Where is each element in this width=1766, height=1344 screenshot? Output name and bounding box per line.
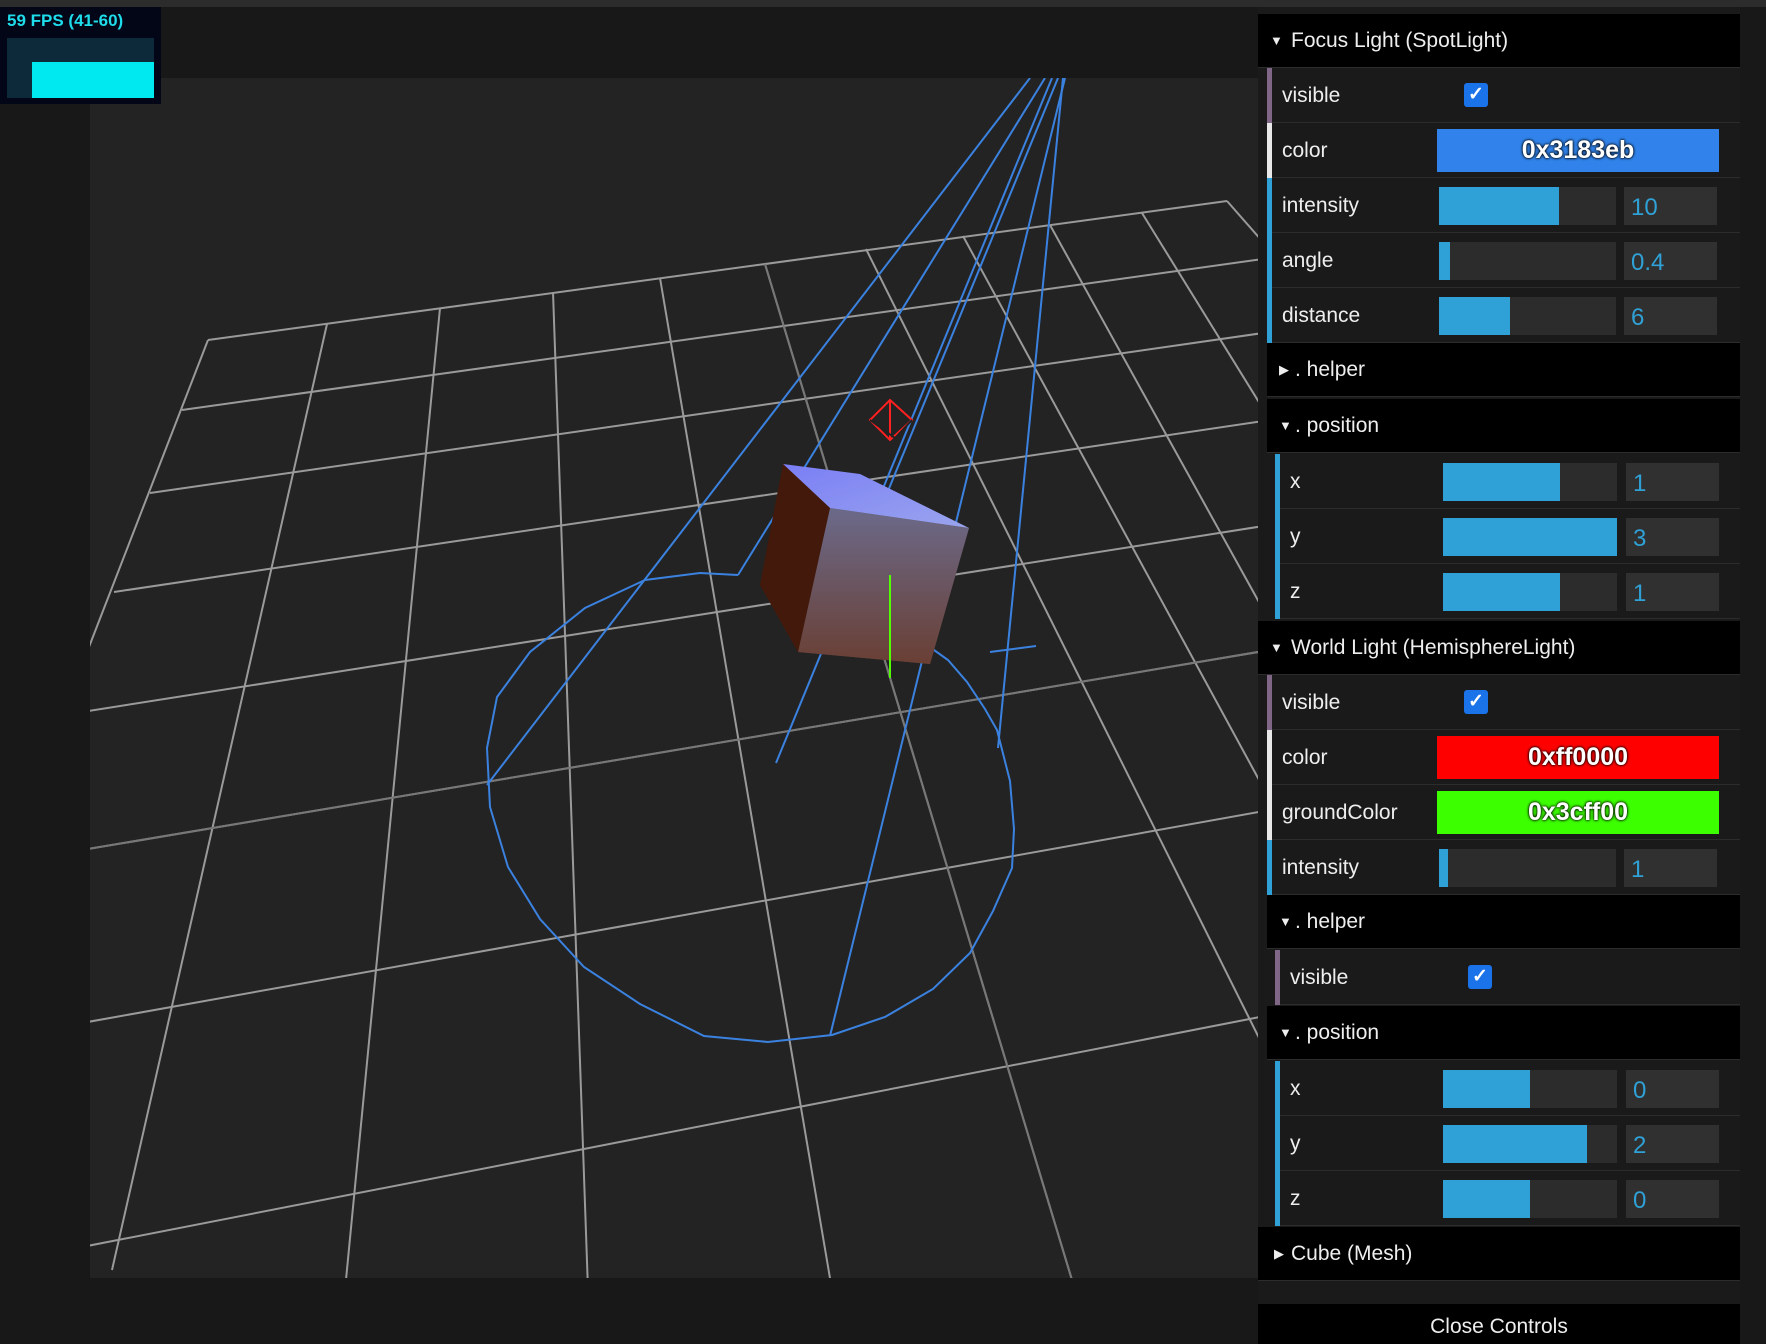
spot-pos-z-input[interactable]: 1	[1626, 573, 1719, 611]
row-spot-intensity[interactable]: intensity 10	[1267, 178, 1740, 233]
fps-stats-panel[interactable]: 59 FPS (41-60)	[0, 7, 161, 104]
hemi-intensity-slider[interactable]	[1439, 849, 1616, 887]
fps-graph-bar	[32, 62, 154, 98]
folder-hemi-helper[interactable]: ▼ . helper	[1267, 895, 1740, 949]
spot-angle-slider[interactable]	[1439, 242, 1616, 280]
folder-cube-mesh[interactable]: ▶ Cube (Mesh)	[1258, 1227, 1740, 1281]
row-spot-pos-x[interactable]: x 1	[1275, 454, 1740, 509]
expanded-triangle-icon: ▼	[1279, 914, 1292, 929]
hemi-pos-z-slider[interactable]	[1443, 1180, 1617, 1218]
collapsed-triangle-icon: ▶	[1274, 1246, 1284, 1261]
spot-intensity-input[interactable]: 10	[1624, 187, 1717, 225]
folder-spot-helper[interactable]: ▶ . helper	[1267, 343, 1740, 397]
row-hemi-color[interactable]: color 0xff0000	[1267, 730, 1740, 785]
expanded-triangle-icon: ▼	[1279, 1025, 1292, 1040]
hemi-pos-z-input[interactable]: 0	[1626, 1180, 1719, 1218]
expanded-triangle-icon: ▼	[1270, 640, 1283, 655]
row-spot-angle[interactable]: angle 0.4	[1267, 233, 1740, 288]
folder-title-label: Focus Light (SpotLight)	[1291, 29, 1509, 52]
controls-panel[interactable]: ▼ Focus Light (SpotLight) visible ✓ colo…	[1258, 7, 1740, 1344]
folder-hemisphere-light[interactable]: ▼ World Light (HemisphereLight)	[1258, 621, 1740, 675]
spot-pos-y-slider[interactable]	[1443, 518, 1617, 556]
row-spot-visible[interactable]: visible ✓	[1267, 68, 1740, 123]
spot-intensity-slider[interactable]	[1439, 187, 1616, 225]
expanded-triangle-icon: ▼	[1279, 418, 1292, 433]
folder-spotlight[interactable]: ▼ Focus Light (SpotLight)	[1258, 14, 1740, 68]
cube-mesh[interactable]	[760, 464, 969, 664]
fps-graph	[7, 38, 154, 98]
row-hemi-helper-visible[interactable]: visible ✓	[1275, 950, 1740, 1005]
row-hemi-visible[interactable]: visible ✓	[1267, 675, 1740, 730]
spot-distance-slider[interactable]	[1439, 297, 1616, 335]
floor-grid	[90, 200, 1260, 1278]
close-controls-button[interactable]: Close Controls	[1258, 1304, 1740, 1344]
spot-pos-z-slider[interactable]	[1443, 573, 1617, 611]
row-spot-pos-z[interactable]: z 1	[1275, 564, 1740, 619]
hemi-pos-x-slider[interactable]	[1443, 1070, 1617, 1108]
hemi-ground-color-input[interactable]: 0x3cff00	[1437, 791, 1719, 834]
fps-readout: 59 FPS (41-60)	[7, 11, 124, 30]
hemi-intensity-input[interactable]: 1	[1624, 849, 1717, 887]
row-hemi-pos-z[interactable]: z 0	[1275, 1171, 1740, 1226]
hemi-pos-y-slider[interactable]	[1443, 1125, 1617, 1163]
expanded-triangle-icon: ▼	[1270, 33, 1283, 48]
row-hemi-pos-x[interactable]: x 0	[1275, 1061, 1740, 1116]
row-hemi-intensity[interactable]: intensity 1	[1267, 840, 1740, 895]
hemi-pos-y-input[interactable]: 2	[1626, 1125, 1719, 1163]
row-spot-color[interactable]: color 0x3183eb	[1267, 123, 1740, 178]
hemi-color-input[interactable]: 0xff0000	[1437, 736, 1719, 779]
spot-color-input[interactable]: 0x3183eb	[1437, 129, 1719, 172]
spot-pos-x-input[interactable]: 1	[1626, 463, 1719, 501]
spot-pos-x-slider[interactable]	[1443, 463, 1617, 501]
collapsed-triangle-icon: ▶	[1279, 362, 1289, 377]
folder-hemi-position[interactable]: ▼ . position	[1267, 1006, 1740, 1060]
folder-spot-position[interactable]: ▼ . position	[1267, 399, 1740, 453]
spot-pos-y-input[interactable]: 3	[1626, 518, 1719, 556]
hemi-helper-visible-checkbox[interactable]: ✓	[1468, 965, 1492, 989]
spot-angle-input[interactable]: 0.4	[1624, 242, 1717, 280]
row-hemi-pos-y[interactable]: y 2	[1275, 1116, 1740, 1171]
row-spot-distance[interactable]: distance 6	[1267, 288, 1740, 343]
row-spot-pos-y[interactable]: y 3	[1275, 509, 1740, 564]
spot-visible-checkbox[interactable]: ✓	[1464, 83, 1488, 107]
hemi-pos-x-input[interactable]: 0	[1626, 1070, 1719, 1108]
row-hemi-ground-color[interactable]: groundColor 0x3cff00	[1267, 785, 1740, 840]
hemi-visible-checkbox[interactable]: ✓	[1464, 690, 1488, 714]
spot-distance-input[interactable]: 6	[1624, 297, 1717, 335]
